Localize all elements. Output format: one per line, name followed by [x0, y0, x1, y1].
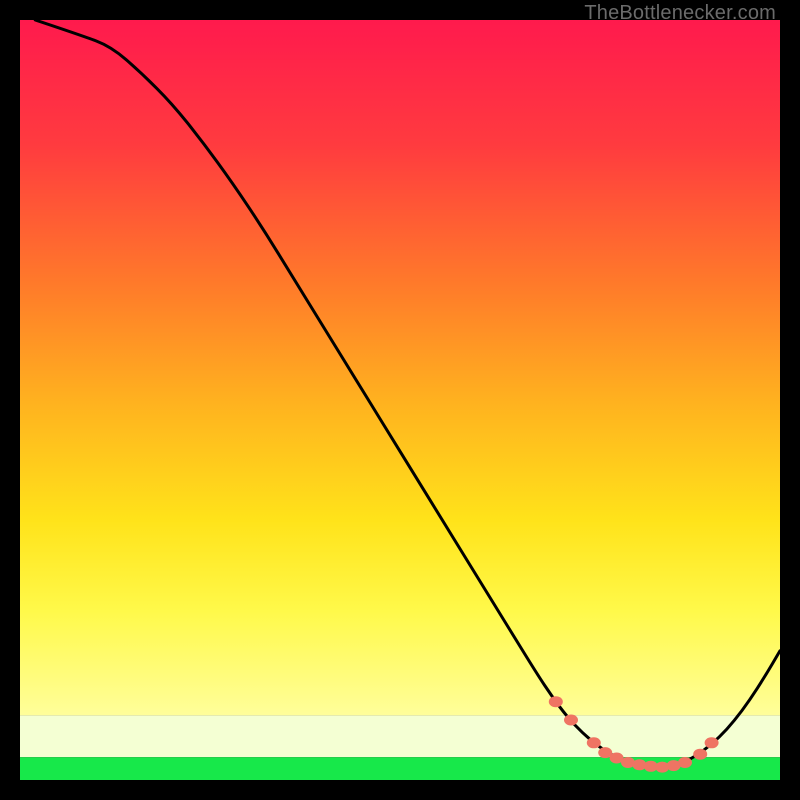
- highlight-dot: [587, 737, 601, 748]
- chart-frame: [20, 20, 780, 780]
- bottleneck-chart: [20, 20, 780, 780]
- highlight-dot: [549, 696, 563, 707]
- highlight-dot: [678, 757, 692, 768]
- highlight-dot: [564, 715, 578, 726]
- highlight-dot: [693, 749, 707, 760]
- gradient-background: [20, 20, 780, 715]
- highlight-dot: [705, 737, 719, 748]
- pale-green-band: [20, 715, 780, 757]
